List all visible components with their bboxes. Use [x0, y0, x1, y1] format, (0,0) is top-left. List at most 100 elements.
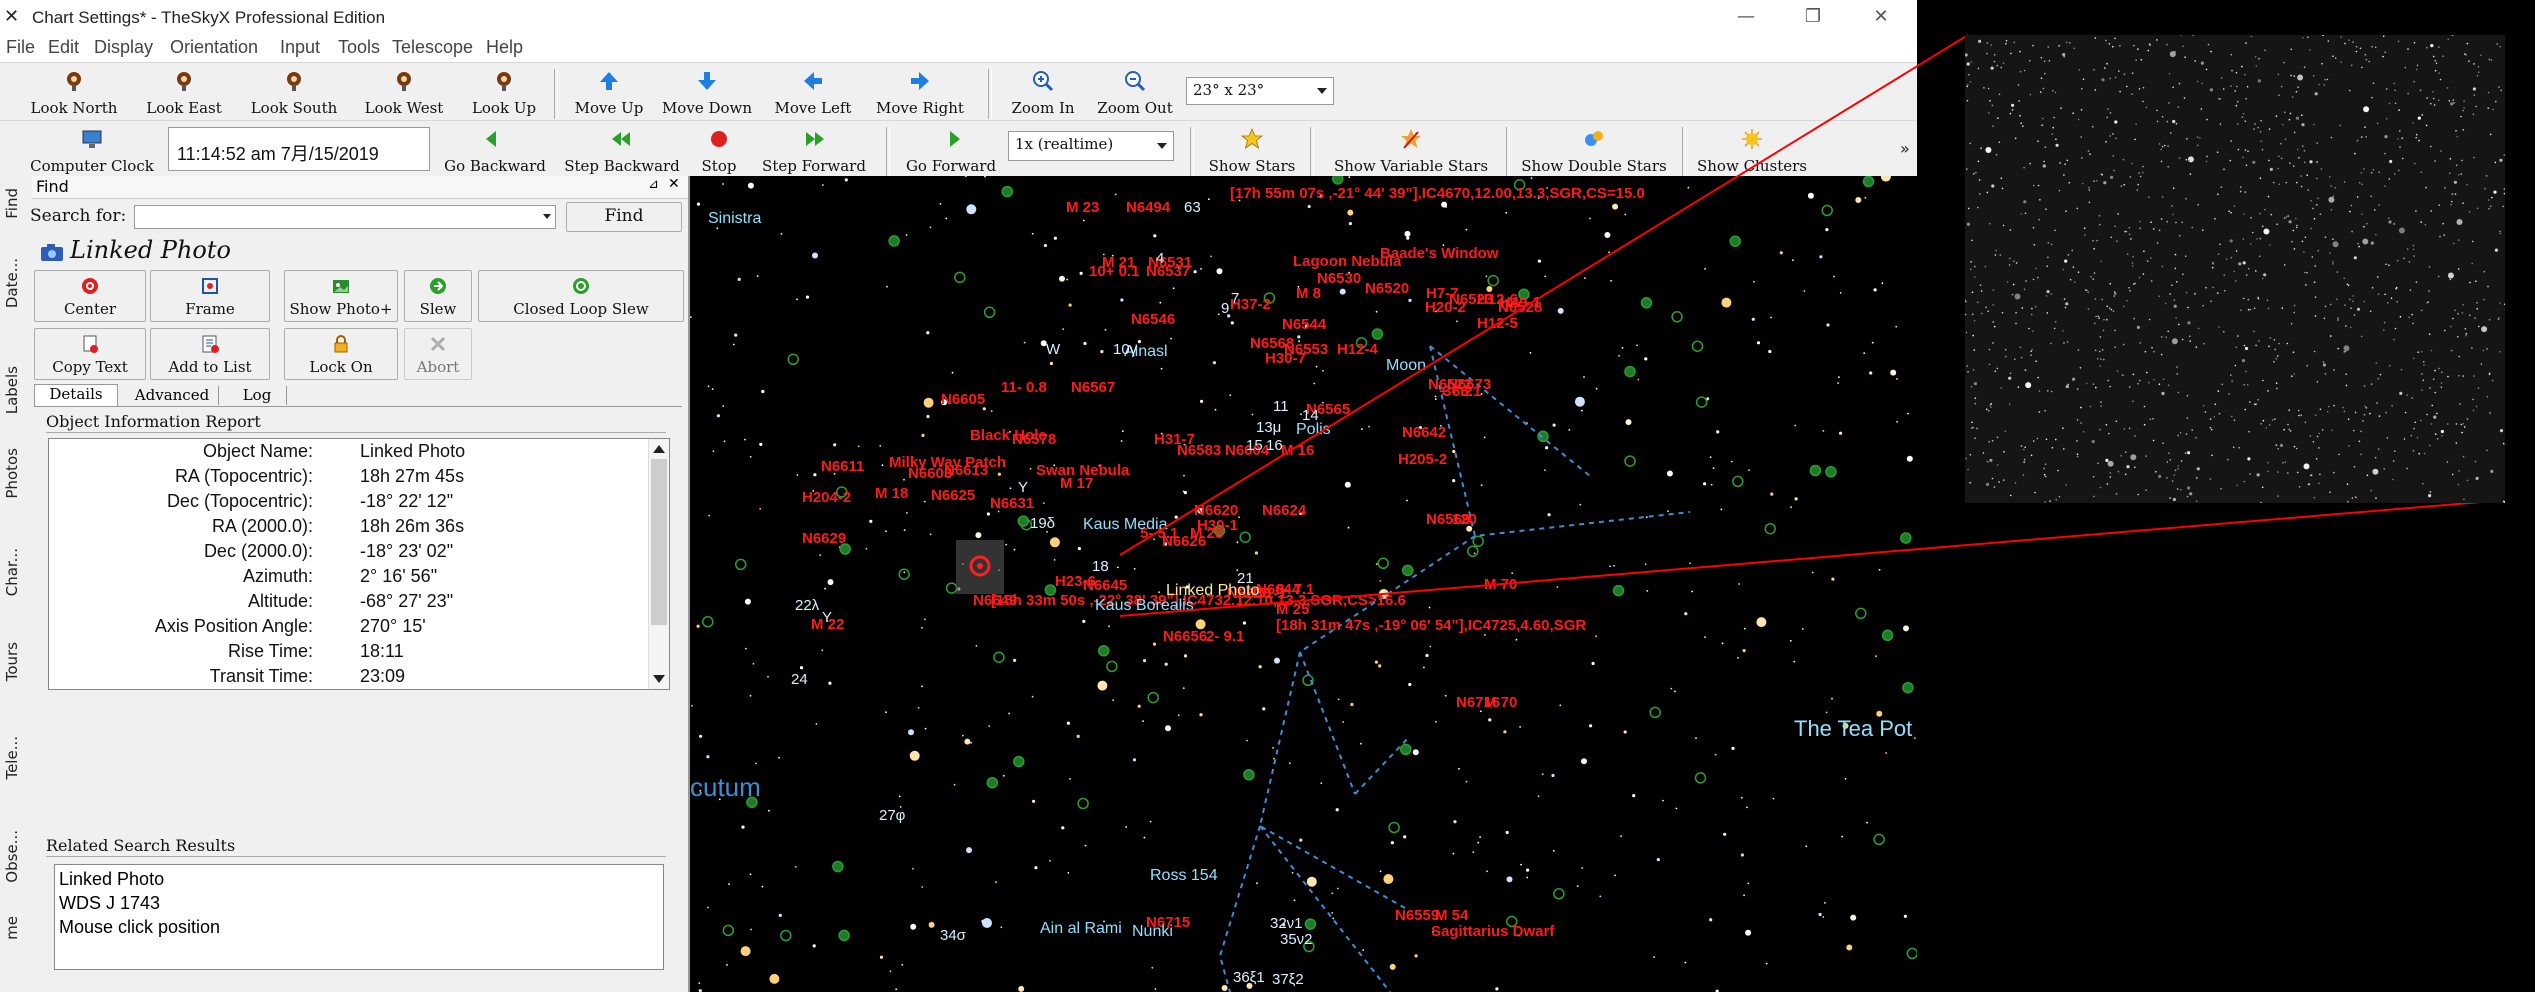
photo-star — [2099, 365, 2102, 367]
photo-star — [1997, 117, 1999, 119]
photo-star — [2062, 268, 2065, 271]
photo-star — [2366, 222, 2368, 225]
photo-star — [2109, 112, 2112, 114]
photo-star — [1972, 334, 1974, 337]
photo-star — [2329, 303, 2332, 306]
photo-star — [1970, 261, 1972, 263]
photo-star — [2330, 136, 2333, 139]
photo-star — [2408, 316, 2410, 319]
photo-star — [2348, 444, 2350, 447]
photo-star — [2458, 470, 2460, 472]
photo-star — [2401, 137, 2403, 139]
photo-star — [2424, 224, 2427, 226]
photo-star — [2316, 435, 2319, 438]
photo-star — [2248, 430, 2250, 433]
photo-star — [2404, 411, 2407, 414]
photo-star — [2353, 256, 2357, 260]
photo-star — [2135, 59, 2137, 61]
photo-star — [2384, 185, 2386, 187]
photo-star — [2397, 40, 2400, 43]
photo-star — [2038, 390, 2041, 392]
photo-star — [2172, 497, 2176, 502]
photo-star — [2167, 166, 2169, 168]
photo-star — [2301, 145, 2304, 147]
photo-star — [2486, 348, 2488, 350]
photo-star — [2404, 66, 2407, 69]
photo-star — [2407, 48, 2409, 50]
photo-star — [2245, 97, 2247, 100]
photo-star — [2245, 370, 2247, 373]
photo-star — [2057, 469, 2059, 472]
photo-star — [2085, 382, 2088, 385]
photo-star — [2329, 176, 2331, 178]
photo-star — [1971, 313, 1974, 316]
photo-star — [2100, 358, 2102, 360]
photo-star — [1970, 427, 1973, 430]
pointer-line-bottom — [1119, 499, 2506, 617]
photo-star — [2256, 473, 2260, 477]
photo-star — [2328, 196, 2335, 203]
photo-star — [2472, 87, 2476, 91]
photo-star — [1971, 421, 1973, 424]
photo-star — [2466, 183, 2468, 186]
photo-star — [2253, 128, 2255, 130]
photo-star — [2145, 106, 2148, 109]
photo-star — [2129, 289, 2131, 292]
photo-star — [2383, 329, 2385, 332]
photo-star — [2185, 158, 2188, 161]
photo-star — [2138, 88, 2141, 90]
photo-star — [2156, 242, 2159, 244]
photo-star — [2205, 68, 2208, 71]
photo-star — [2371, 96, 2373, 99]
photo-star — [2165, 336, 2167, 339]
photo-star — [2112, 155, 2114, 157]
photo-star — [2273, 361, 2275, 363]
photo-star — [2375, 497, 2377, 499]
photo-star — [2244, 346, 2249, 351]
photo-star — [2421, 373, 2423, 375]
photo-star — [2434, 433, 2437, 435]
photo-star — [2454, 193, 2457, 195]
photo-star — [2228, 210, 2230, 212]
photo-star — [2219, 243, 2221, 246]
photo-star — [2114, 346, 2116, 349]
photo-star — [2243, 383, 2245, 386]
photo-star — [2131, 262, 2134, 264]
photo-star — [2332, 238, 2334, 240]
photo-star — [2326, 410, 2329, 413]
photo-star — [2142, 86, 2145, 89]
photo-star — [2042, 117, 2044, 120]
photo-star — [2360, 335, 2363, 338]
photo-star — [2169, 293, 2171, 295]
photo-star — [2295, 226, 2298, 229]
photo-star — [2434, 369, 2436, 372]
photo-star — [2189, 492, 2193, 496]
photo-star — [2247, 150, 2249, 153]
photo-star — [2289, 162, 2291, 164]
photo-star — [2244, 73, 2246, 76]
photo-star — [2439, 78, 2442, 81]
photo-star — [2177, 434, 2179, 437]
photo-star — [2126, 253, 2129, 255]
photo-star — [2140, 59, 2143, 61]
photo-star — [2324, 305, 2327, 308]
photo-star — [2110, 236, 2113, 239]
photo-star — [2025, 382, 2032, 389]
photo-star — [2015, 322, 2017, 325]
photo-star — [2238, 447, 2240, 449]
photo-star — [2499, 302, 2501, 304]
photo-star — [2394, 327, 2397, 330]
photo-star — [2426, 46, 2428, 49]
photo-star — [2420, 221, 2422, 223]
photo-star — [2468, 60, 2470, 62]
photo-star — [2231, 380, 2233, 383]
photo-star — [2293, 304, 2296, 307]
photo-star — [2051, 447, 2054, 449]
photo-star — [2499, 350, 2501, 353]
photo-star — [2138, 172, 2140, 174]
photo-star — [2332, 241, 2339, 248]
photo-star — [1969, 142, 1971, 145]
photo-star — [2033, 184, 2035, 187]
photo-star — [2224, 290, 2226, 292]
photo-star — [2041, 124, 2043, 126]
